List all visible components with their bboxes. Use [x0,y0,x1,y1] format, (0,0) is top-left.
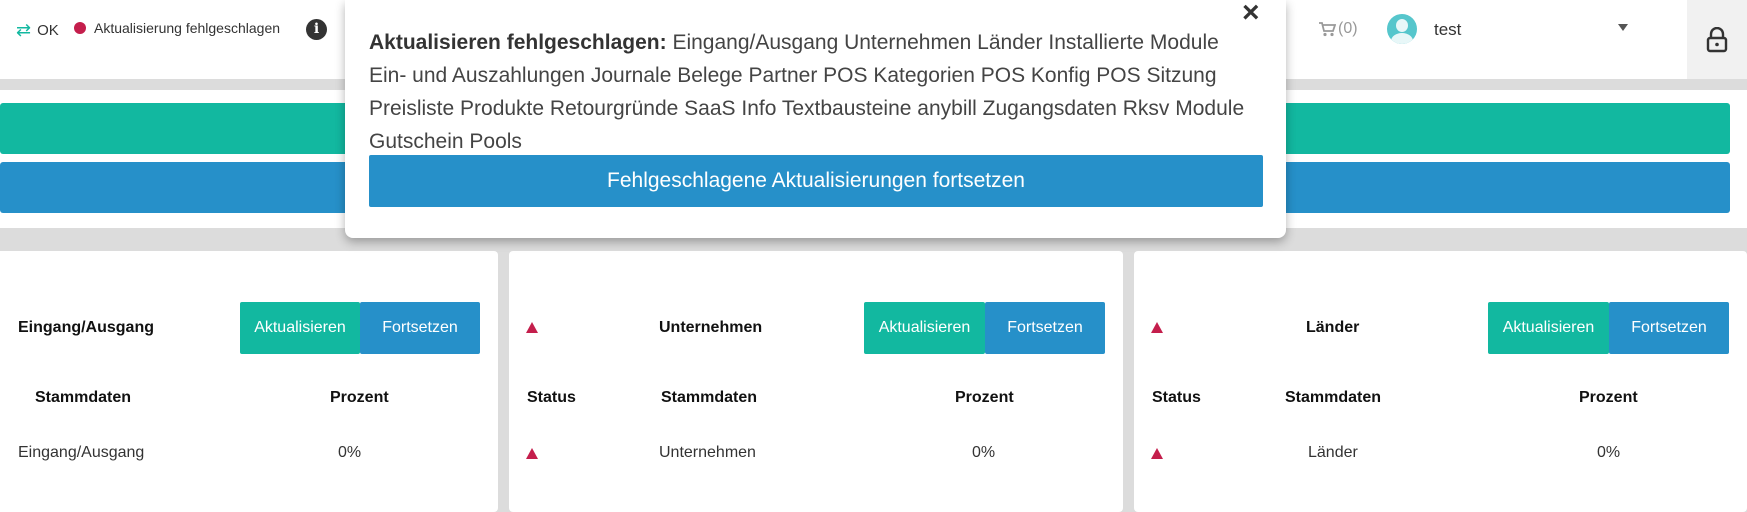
continue-button[interactable]: Fortsetzen [360,302,480,354]
card-title: Eingang/Ausgang [18,319,154,336]
sync-status-label: OK [37,22,59,39]
warning-triangle-icon [526,448,538,459]
cart-count: (0) [1338,20,1358,37]
row-percent: 0% [338,444,362,461]
error-dot-icon [74,22,86,34]
update-failed-label: Aktualisierung fehlgeschlagen [94,20,281,36]
popup-title: Aktualisieren fehlgeschlagen: [369,31,667,54]
column-header-master: Stammdaten [1285,389,1382,406]
avatar-icon[interactable] [1387,14,1417,44]
column-header-master: Stammdaten [661,389,758,406]
continue-button[interactable]: Fortsetzen [985,302,1105,354]
popup-message: Aktualisieren fehlgeschlagen: Eingang/Au… [369,26,1249,158]
card-eingang-ausgang: Eingang/Ausgang Aktualisieren Fortsetzen… [0,251,498,512]
continue-failed-updates-button[interactable]: Fehlgeschlagene Aktualisierungen fortset… [369,155,1263,207]
user-name[interactable]: test [1434,20,1461,40]
card-laender: Länder Aktualisieren Fortsetzen Status S… [1134,251,1747,512]
row-master: Eingang/Ausgang [18,444,145,461]
row-percent: 0% [972,444,996,461]
update-failed-popup: × Aktualisieren fehlgeschlagen: Eingang/… [345,0,1286,238]
warning-triangle-icon [1151,448,1163,459]
column-header-master: Stammdaten [35,389,132,406]
update-failed-status[interactable]: Aktualisierung fehlgeschlagen [74,20,280,36]
column-header-percent: Prozent [330,389,389,406]
column-header-status: Status [527,389,576,406]
lock-button[interactable] [1687,0,1747,79]
close-icon[interactable]: × [1242,0,1260,28]
sync-arrows-icon: ⇄ [16,20,32,40]
lock-icon [1706,26,1728,52]
row-master: Unternehmen [659,444,756,461]
column-header-status: Status [1152,389,1201,406]
continue-button[interactable]: Fortsetzen [1609,302,1729,354]
row-percent: 0% [1597,444,1621,461]
update-button[interactable]: Aktualisieren [240,302,360,354]
caret-down-icon[interactable] [1618,24,1628,31]
sync-status[interactable]: ⇄ OK [16,20,59,41]
cart-button[interactable]: (0) [1318,20,1358,38]
warning-triangle-icon [526,322,538,333]
info-icon[interactable]: i [306,19,327,40]
row-master: Länder [1308,444,1358,461]
card-title: Unternehmen [659,319,763,336]
cart-icon [1319,22,1336,37]
warning-triangle-icon [1151,322,1163,333]
card-title: Länder [1306,319,1360,336]
update-button[interactable]: Aktualisieren [864,302,985,354]
column-header-percent: Prozent [955,389,1014,406]
column-header-percent: Prozent [1579,389,1638,406]
card-unternehmen: Unternehmen Aktualisieren Fortsetzen Sta… [509,251,1123,512]
update-button[interactable]: Aktualisieren [1488,302,1609,354]
